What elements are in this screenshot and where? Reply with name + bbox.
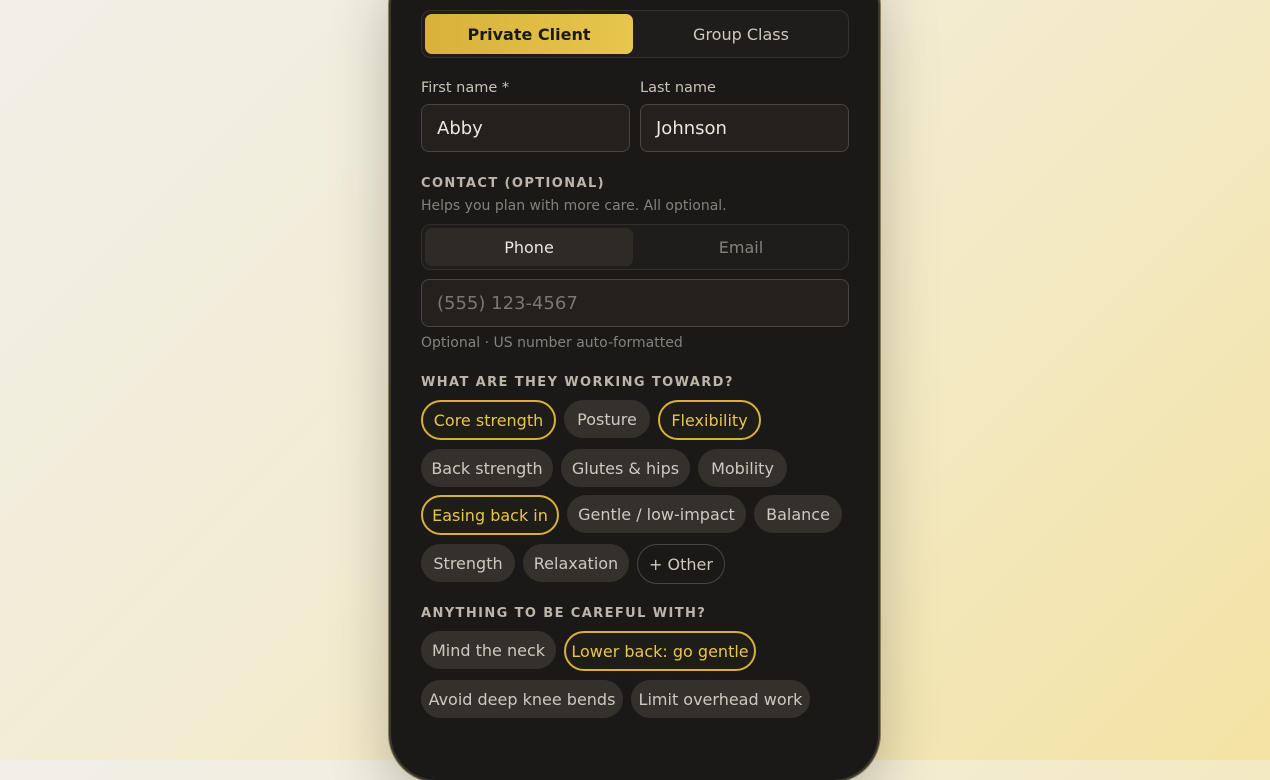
caution-chip[interactable]: Limit overhead work xyxy=(631,680,810,718)
goal-chip[interactable]: Balance xyxy=(754,495,842,533)
goal-chip[interactable]: Back strength xyxy=(421,449,553,487)
caution-chip[interactable]: Lower back: go gentle xyxy=(564,631,756,671)
last-name-label: Last name xyxy=(640,80,716,96)
phone-hint: Optional · US number auto-formatted xyxy=(421,335,683,351)
group-class-option[interactable]: Group Class xyxy=(637,14,845,54)
goal-chip[interactable]: Core strength xyxy=(421,400,556,440)
email-option[interactable]: Email xyxy=(637,228,845,266)
goal-chip[interactable]: Flexibility xyxy=(658,400,761,440)
goal-chip[interactable]: Mobility xyxy=(698,449,787,487)
cautions-section-title: ANYTHING TO BE CAREFUL WITH? xyxy=(421,606,707,621)
first-name-field[interactable]: Abby xyxy=(421,104,630,152)
contact-subtitle: Helps you plan with more care. All optio… xyxy=(421,198,727,214)
last-name-field[interactable]: Johnson xyxy=(640,104,849,152)
goal-chip[interactable]: Posture xyxy=(564,400,650,438)
client-type-toggle: Private Client Group Class xyxy=(421,10,849,58)
goals-section-title: WHAT ARE THEY WORKING TOWARD? xyxy=(421,375,734,390)
add-other-goal-button[interactable]: + Other xyxy=(637,544,725,584)
contact-section-title: CONTACT (OPTIONAL) xyxy=(421,176,605,191)
caution-chip[interactable]: Avoid deep knee bends xyxy=(421,680,623,718)
goal-chip[interactable]: Strength xyxy=(421,544,515,582)
goal-chip[interactable]: Gentle / low-impact xyxy=(567,495,746,533)
phone-frame: Private Client Group Class First name * … xyxy=(391,0,878,780)
contact-method-toggle: Phone Email xyxy=(421,224,849,270)
goal-chip[interactable]: Relaxation xyxy=(523,544,629,582)
goal-chip[interactable]: Easing back in xyxy=(421,495,559,535)
first-name-label: First name * xyxy=(421,80,510,96)
goal-chip[interactable]: Glutes & hips xyxy=(561,449,690,487)
caution-chip[interactable]: Mind the neck xyxy=(421,631,556,669)
private-client-option[interactable]: Private Client xyxy=(425,14,633,54)
phone-option[interactable]: Phone xyxy=(425,228,633,266)
phone-input[interactable]: (555) 123-4567 xyxy=(421,279,849,327)
